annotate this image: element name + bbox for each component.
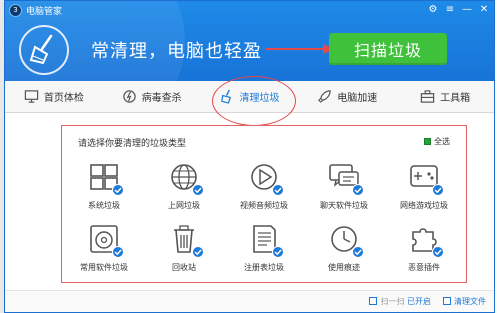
annotation-oval	[212, 76, 296, 126]
tab-label: 首页体检	[43, 93, 84, 104]
tab-virus-scan[interactable]: 病毒查杀	[103, 81, 201, 112]
tab-speed-up[interactable]: 电脑加速	[298, 81, 396, 112]
junk-item-registry[interactable]: 注册表垃圾	[224, 222, 304, 273]
select-all-label: 全选	[434, 137, 450, 146]
quick-clean-state: 已开启	[407, 297, 431, 306]
quick-clean-status[interactable]: 扫一扫 已开启	[369, 296, 431, 307]
junk-item-video-audio[interactable]: 视频音频垃圾	[224, 160, 304, 211]
rocket-icon	[318, 90, 332, 103]
banner: 3 电脑管家 ⚙ ≡ — ✕ 常清理，电脑也轻盈 扫描垃圾	[5, 1, 494, 81]
app-logo: 3	[9, 3, 22, 17]
footer-actions: 扫一扫 已开启 清理文件	[369, 296, 486, 307]
clean-files-label: 清理文件	[454, 297, 486, 306]
junk-item-online-game[interactable]: 网络游戏垃圾	[384, 160, 464, 211]
checked-icon	[272, 246, 284, 258]
title-bar: 3 电脑管家 ⚙ ≡ — ✕	[5, 1, 494, 19]
app-title: 电脑管家	[26, 6, 63, 17]
tab-label: 病毒查杀	[141, 93, 182, 104]
checked-icon	[352, 184, 364, 196]
broom-icon	[19, 25, 69, 75]
junk-item-label: 注册表垃圾	[244, 263, 284, 272]
junk-item-label: 视频音频垃圾	[240, 201, 288, 210]
checkbox-icon	[424, 138, 431, 145]
minimize-icon[interactable]: —	[461, 3, 473, 16]
tab-home-checkup[interactable]: 首页体检	[5, 81, 103, 112]
quick-clean-label: 扫一扫	[380, 297, 405, 306]
monitor-icon	[369, 297, 378, 305]
scan-button[interactable]: 扫描垃圾	[329, 33, 447, 65]
close-icon[interactable]: ✕	[478, 3, 490, 16]
checked-icon	[112, 184, 124, 196]
select-all-checkbox[interactable]: 全选	[424, 136, 450, 147]
junk-item-label: 常用软件垃圾	[80, 263, 128, 272]
junk-item-common-software[interactable]: 常用软件垃圾	[64, 222, 144, 273]
annotation-arrow	[265, 44, 335, 54]
junk-item-label: 回收站	[172, 263, 196, 272]
junk-item-malicious-plugin[interactable]: 恶意插件	[384, 222, 464, 273]
checked-icon	[192, 184, 204, 196]
junk-item-internet[interactable]: 上网垃圾	[144, 160, 224, 211]
junk-item-label: 聊天软件垃圾	[320, 201, 368, 210]
clean-files-link[interactable]: 清理文件	[443, 296, 486, 307]
checked-icon	[272, 184, 284, 196]
footer-bar: 扫一扫 已开启 清理文件	[5, 290, 494, 312]
shield-icon	[122, 90, 136, 103]
junk-item-system[interactable]: 系统垃圾	[64, 160, 144, 211]
junk-item-label: 恶意插件	[408, 263, 440, 272]
junk-type-panel: 请选择你要清理的垃圾类型 全选 系统垃圾 上网垃圾 视频音频垃圾 聊天软件垃圾 …	[61, 125, 467, 283]
checked-icon	[432, 184, 444, 196]
toolbox-icon	[420, 90, 435, 103]
checked-icon	[432, 246, 444, 258]
skin-icon[interactable]: ≡	[444, 3, 456, 16]
checked-icon	[352, 246, 364, 258]
junk-item-label: 上网垃圾	[168, 201, 200, 210]
junk-item-usage-traces[interactable]: 使用痕迹	[304, 222, 384, 273]
junk-item-label: 系统垃圾	[88, 201, 120, 210]
app-window: 3 电脑管家 ⚙ ≡ — ✕ 常清理，电脑也轻盈 扫描垃圾 首页体检 病毒查杀 …	[4, 0, 495, 313]
tab-toolbox[interactable]: 工具箱	[396, 81, 494, 112]
window-controls: ⚙ ≡ — ✕	[427, 3, 490, 16]
junk-item-chat[interactable]: 聊天软件垃圾	[304, 160, 384, 211]
tab-label: 工具箱	[440, 93, 471, 104]
menu-icon[interactable]: ⚙	[427, 3, 439, 16]
headline: 常清理，电脑也轻盈	[91, 41, 262, 62]
panel-title: 请选择你要清理的垃圾类型	[78, 139, 187, 149]
tab-label: 电脑加速	[337, 93, 378, 104]
file-icon	[443, 297, 451, 305]
checked-icon	[192, 246, 204, 258]
junk-item-label: 网络游戏垃圾	[400, 201, 448, 210]
monitor-icon	[24, 90, 39, 103]
junk-item-recycle-bin[interactable]: 回收站	[144, 222, 224, 273]
junk-item-label: 使用痕迹	[328, 263, 360, 272]
checked-icon	[112, 246, 124, 258]
